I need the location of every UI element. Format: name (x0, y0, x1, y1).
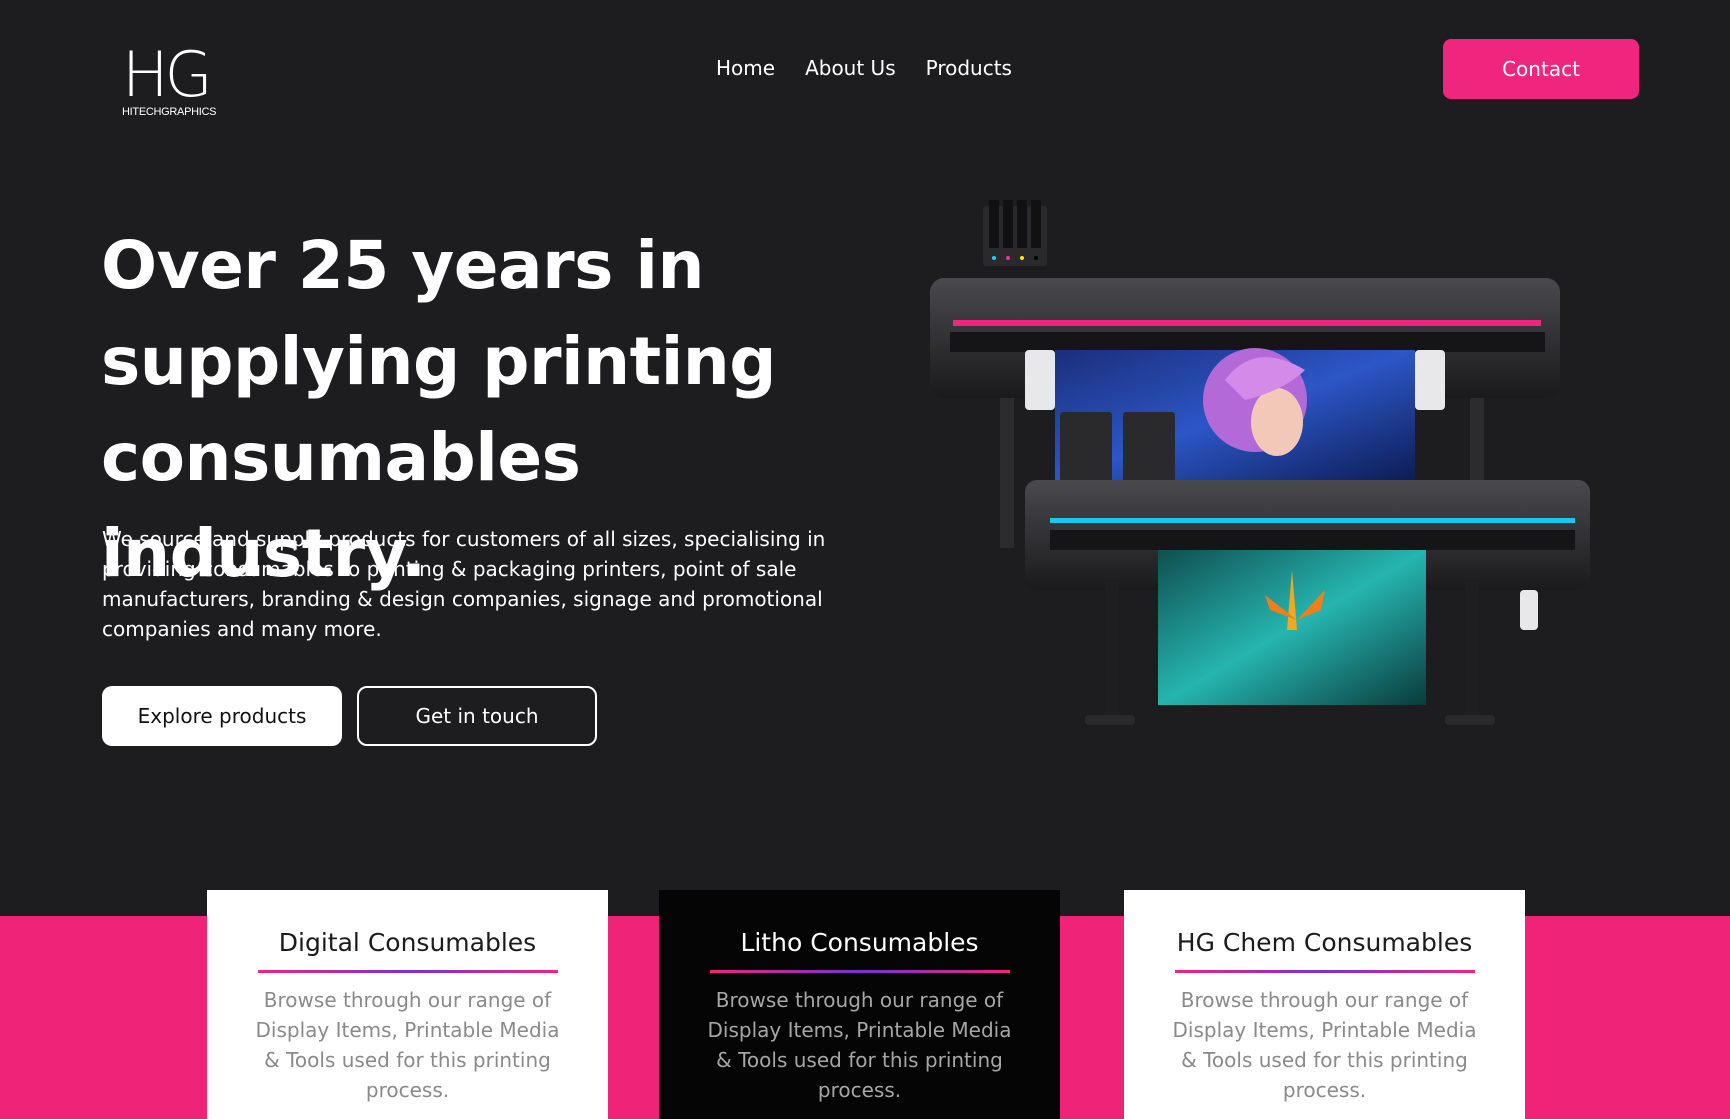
card-title: Litho Consumables (740, 928, 979, 957)
get-in-touch-button[interactable]: Get in touch (357, 686, 597, 746)
card-divider (1174, 970, 1475, 973)
logo-mark: HG (122, 38, 213, 111)
nav-about-us[interactable]: About Us (805, 56, 896, 80)
ink-tanks-top (983, 200, 1047, 266)
hg-logo[interactable]: HG HITECHGRAPHICS (122, 40, 232, 124)
hero-title-line-1: Over 25 years in (101, 227, 704, 304)
page: HG HITECHGRAPHICS Home About Us Products… (0, 0, 1730, 1119)
card-title: HG Chem Consumables (1176, 928, 1473, 957)
card-divider (709, 970, 1010, 973)
card-hg-chem-consumables[interactable]: HG Chem Consumables Browse through our r… (1124, 890, 1525, 1119)
main-nav: Home About Us Products (716, 56, 1012, 80)
hero-description: We source and supply products for custom… (102, 527, 826, 641)
card-description: Browse through our range of Display Item… (1172, 988, 1477, 1102)
card-divider (257, 970, 558, 973)
hero-title-line-2: supplying printing (101, 323, 777, 400)
logo-wordmark: HITECHGRAPHICS (122, 106, 217, 118)
card-title: Digital Consumables (278, 928, 537, 957)
nav-home[interactable]: Home (716, 56, 775, 80)
printer-illustration (930, 200, 1590, 725)
explore-products-button[interactable]: Explore products (102, 686, 342, 746)
contact-button[interactable]: Contact (1443, 39, 1639, 99)
card-description: Browse through our range of Display Item… (707, 988, 1012, 1102)
card-litho-consumables[interactable]: Litho Consumables Browse through our ran… (659, 890, 1060, 1119)
card-description: Browse through our range of Display Item… (255, 988, 560, 1102)
card-digital-consumables[interactable]: Digital Consumables Browse through our r… (207, 890, 608, 1119)
nav-products[interactable]: Products (926, 56, 1012, 80)
